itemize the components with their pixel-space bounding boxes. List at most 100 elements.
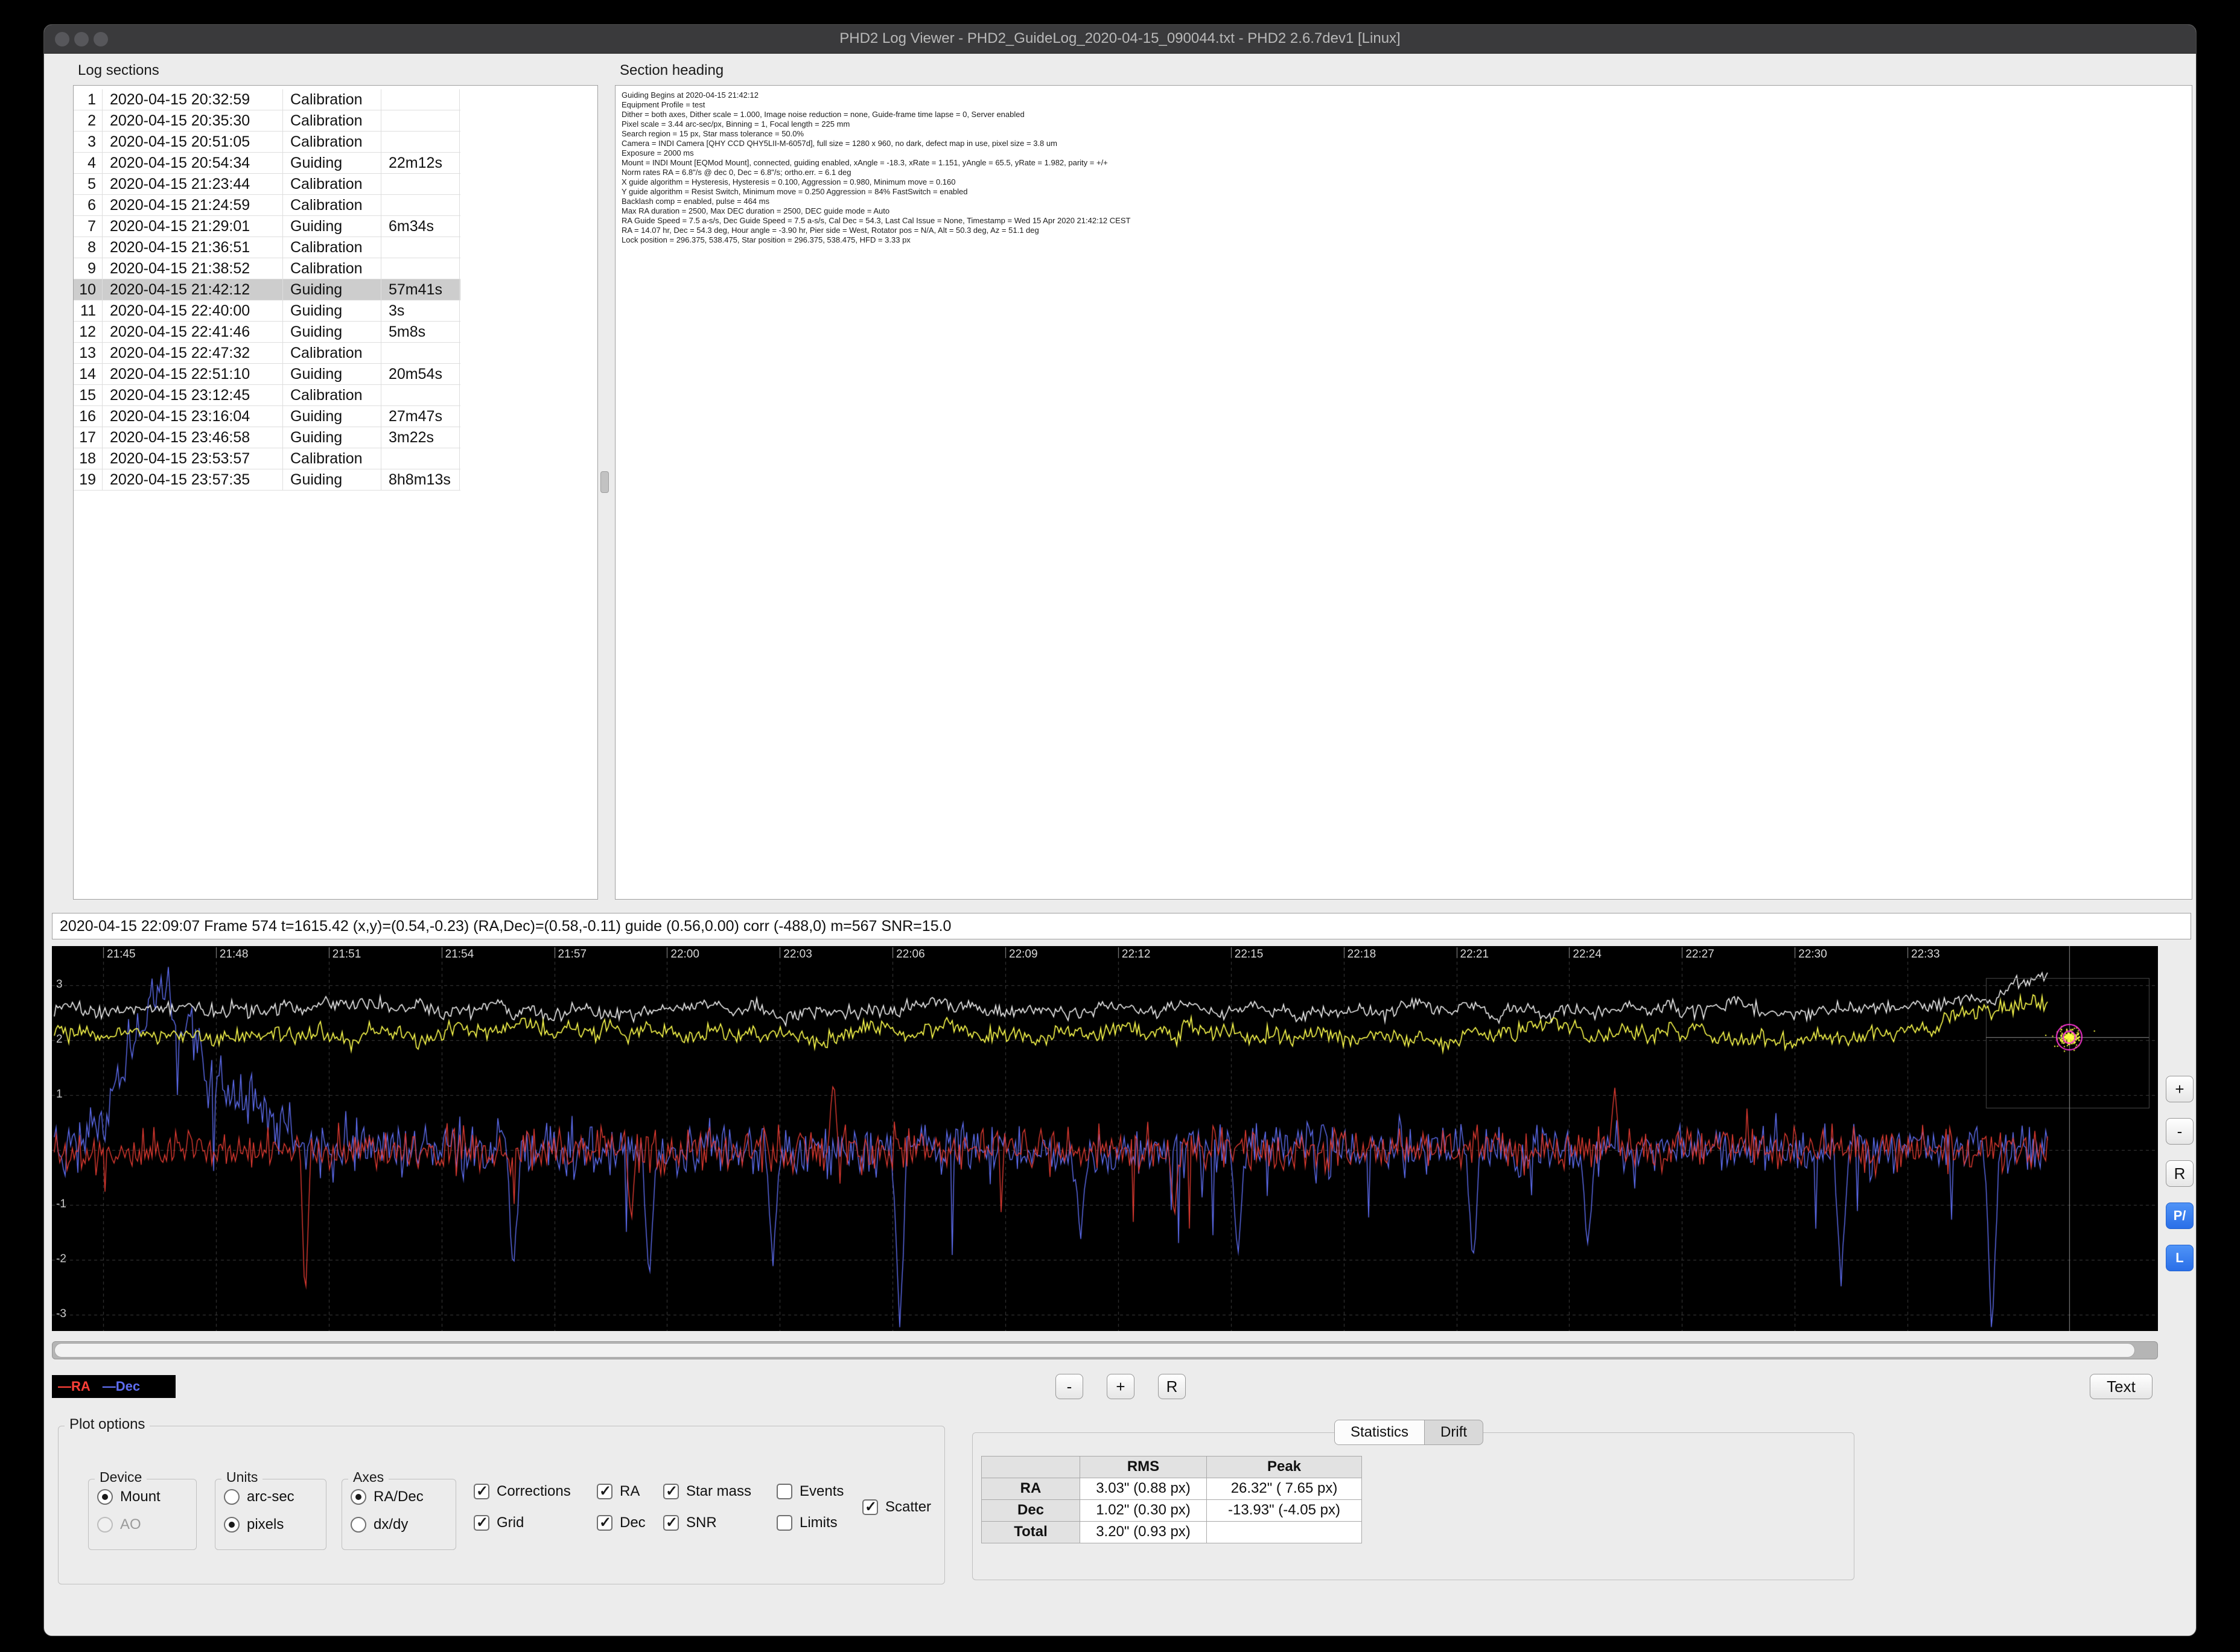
text-view-button[interactable]: Text [2090,1374,2152,1399]
checkbox-events[interactable]: Events [777,1482,844,1501]
checkbox-limits[interactable]: Limits [777,1514,838,1532]
x-axis-label: 22:03 [783,948,812,961]
chart-reset-button[interactable]: R [2166,1160,2194,1187]
radio-dx-dy[interactable]: dx/dy [351,1516,408,1534]
row-duration [381,195,460,215]
log-text-line: RA = 14.07 hr, Dec = 54.3 deg, Hour angl… [622,226,1039,235]
checkbox-ra[interactable]: RA [597,1482,640,1501]
checkbox-icon[interactable] [862,1499,878,1516]
row-timestamp: 2020-04-15 21:42:12 [103,279,283,300]
checkbox-snr[interactable]: SNR [663,1514,717,1532]
log-row-11[interactable]: 11 2020-04-15 22:40:00 Guiding 3s [74,300,460,322]
log-row-14[interactable]: 14 2020-04-15 22:51:10 Guiding 20m54s [74,364,460,385]
log-row-3[interactable]: 3 2020-04-15 20:51:05 Calibration [74,132,460,153]
log-text-line: Camera = INDI Camera [QHY CCD QHY5LII-M-… [622,139,1057,148]
log-row-19[interactable]: 19 2020-04-15 23:57:35 Guiding 8h8m13s [74,469,460,491]
checkbox-dec[interactable]: Dec [597,1514,646,1532]
log-row-16[interactable]: 16 2020-04-15 23:16:04 Guiding 27m47s [74,406,460,427]
radio-ao: AO [97,1516,141,1534]
row-type: Calibration [283,195,381,215]
radio-pixels[interactable]: pixels [224,1516,284,1534]
log-row-1[interactable]: 1 2020-04-15 20:32:59 Calibration [74,89,460,110]
plot-zoom-out-button[interactable]: - [1055,1374,1083,1399]
checkbox-icon[interactable] [663,1514,679,1531]
log-row-6[interactable]: 6 2020-04-15 21:24:59 Calibration [74,195,460,216]
log-row-13[interactable]: 13 2020-04-15 22:47:32 Calibration [74,343,460,364]
log-row-4[interactable]: 4 2020-04-15 20:54:34 Guiding 22m12s [74,153,460,174]
log-text-line: Pixel scale = 3.44 arc-sec/px, Binning =… [622,119,850,129]
log-text-line: RA Guide Speed = 7.5 a-s/s, Dec Guide Sp… [622,216,1131,225]
checkbox-label: Scatter [885,1498,932,1515]
row-timestamp: 2020-04-15 23:46:58 [103,427,283,448]
row-timestamp: 2020-04-15 21:38:52 [103,258,283,279]
chart-horizontal-scrollbar[interactable] [52,1341,2158,1359]
checkbox-icon[interactable] [777,1483,792,1499]
chart-lock-button[interactable]: L [2166,1245,2194,1271]
log-text-line: Y guide algorithm = Resist Switch, Minim… [622,187,968,196]
log-text-line: Search region = 15 px, Star mass toleran… [622,129,804,138]
log-row-2[interactable]: 2 2020-04-15 20:35:30 Calibration [74,110,460,132]
tab-statistics[interactable]: Statistics [1335,1420,1425,1444]
chart-zoom-in-button[interactable]: + [2166,1076,2194,1102]
plot-options-label: Plot options [65,1416,150,1433]
x-axis-label: 22:33 [1911,948,1940,961]
checkbox-icon[interactable] [597,1483,612,1500]
row-duration [381,343,460,363]
log-row-18[interactable]: 18 2020-04-15 23:53:57 Calibration [74,448,460,469]
log-row-8[interactable]: 8 2020-04-15 21:36:51 Calibration [74,237,460,258]
log-row-15[interactable]: 15 2020-04-15 23:12:45 Calibration [74,385,460,406]
checkbox-icon[interactable] [663,1483,679,1500]
row-duration: 27m47s [381,406,460,427]
log-text-line: Exposure = 2000 ms [622,148,694,157]
log-text-line: Guiding Begins at 2020-04-15 21:42:12 [622,91,759,100]
chart-pixels-arcsec-toggle[interactable]: P/ [2166,1202,2194,1229]
row-number: 8 [74,237,103,258]
stats-value-cell: 26.32" ( 7.65 px) [1207,1478,1362,1500]
plot-zoom-in-button[interactable]: + [1107,1374,1134,1399]
row-type: Calibration [283,385,381,405]
checkbox-scatter[interactable]: Scatter [862,1498,931,1516]
checkbox-corrections[interactable]: Corrections [474,1482,571,1501]
row-duration: 20m54s [381,364,460,384]
row-timestamp: 2020-04-15 21:24:59 [103,195,283,215]
log-text-line: Max RA duration = 2500, Max DEC duration… [622,206,890,215]
panel-splitter-handle[interactable] [600,471,609,493]
row-number: 5 [74,174,103,194]
radio-button-icon[interactable] [97,1488,113,1505]
tab-drift[interactable]: Drift [1424,1420,1483,1444]
stats-value-cell: -13.93" (-4.05 px) [1207,1500,1362,1522]
frame-info-bar: 2020-04-15 22:09:07 Frame 574 t=1615.42 … [52,913,2191,939]
log-row-9[interactable]: 9 2020-04-15 21:38:52 Calibration [74,258,460,279]
chart-zoom-out-button[interactable]: - [2166,1118,2194,1145]
checkbox-icon[interactable] [474,1483,489,1500]
row-timestamp: 2020-04-15 23:16:04 [103,406,283,427]
row-number: 6 [74,195,103,215]
x-axis-label: 22:00 [670,948,699,961]
plot-reset-button[interactable]: R [1158,1374,1186,1399]
log-row-10[interactable]: 10 2020-04-15 21:42:12 Guiding 57m41s [74,279,460,300]
device-label: Device [95,1469,147,1485]
radio-arc-sec[interactable]: arc-sec [224,1488,294,1506]
log-row-17[interactable]: 17 2020-04-15 23:46:58 Guiding 3m22s [74,427,460,448]
checkbox-icon[interactable] [777,1514,792,1531]
log-row-5[interactable]: 5 2020-04-15 21:23:44 Calibration [74,174,460,195]
checkbox-star-mass[interactable]: Star mass [663,1482,751,1501]
checkbox-icon[interactable] [474,1514,489,1531]
radio-button-icon[interactable] [224,1488,240,1505]
radio-button-icon[interactable] [224,1516,240,1533]
row-type: Guiding [283,216,381,237]
checkbox-grid[interactable]: Grid [474,1514,524,1532]
radio-mount[interactable]: Mount [97,1488,161,1506]
section-heading-label: Section heading [620,62,724,78]
section-heading-text: Guiding Begins at 2020-04-15 21:42:12 Equ… [622,91,1130,245]
checkbox-icon[interactable] [597,1514,612,1531]
guide-chart-canvas[interactable] [52,946,2158,1331]
scrollbar-thumb[interactable] [54,1343,2135,1358]
log-row-7[interactable]: 7 2020-04-15 21:29:01 Guiding 6m34s [74,216,460,237]
row-number: 16 [74,406,103,427]
log-row-12[interactable]: 12 2020-04-15 22:41:46 Guiding 5m8s [74,322,460,343]
radio-button-icon[interactable] [351,1488,366,1505]
radio-button-icon[interactable] [351,1516,366,1533]
log-sections-label: Log sections [78,62,159,78]
radio-ra-dec[interactable]: RA/Dec [351,1488,424,1506]
